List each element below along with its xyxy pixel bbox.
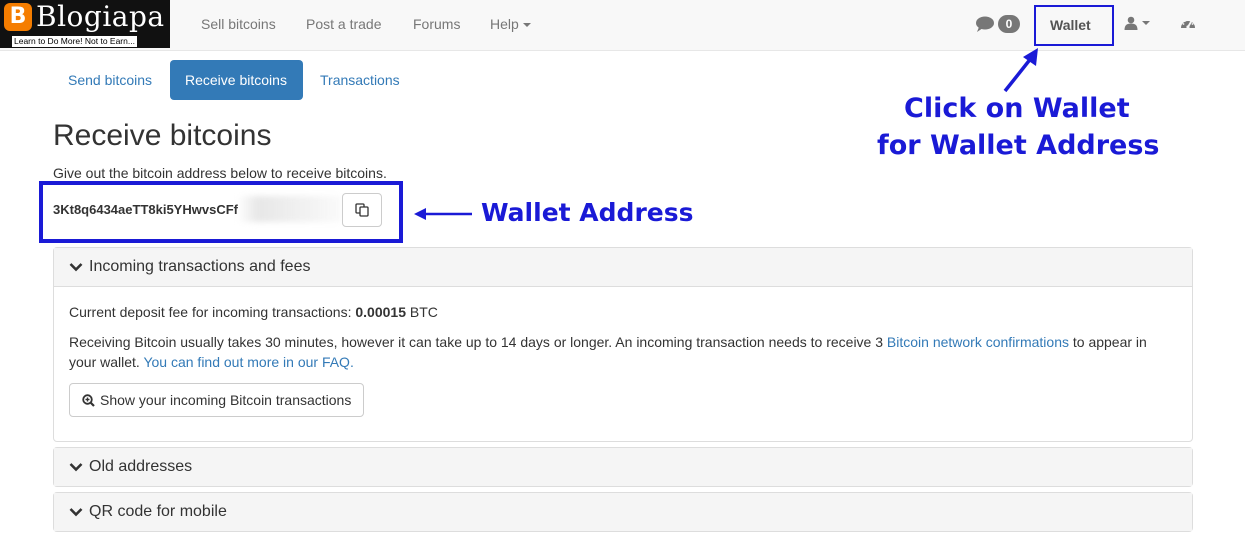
faq-link[interactable]: You can find out more in our FAQ. <box>143 354 353 370</box>
qr-code-panel: QR code for mobile <box>53 492 1193 532</box>
dashboard-button[interactable] <box>1180 16 1196 33</box>
nav-post-a-trade[interactable]: Post a trade <box>306 16 382 32</box>
tab-send-bitcoins[interactable]: Send bitcoins <box>53 60 167 100</box>
nav-wallet[interactable]: Wallet <box>1050 17 1091 33</box>
qr-code-header[interactable]: QR code for mobile <box>54 493 1192 531</box>
user-menu-dropdown[interactable] <box>1124 16 1150 30</box>
messages-count-badge: 0 <box>998 15 1020 33</box>
show-incoming-label: Show your incoming Bitcoin transactions <box>100 392 352 408</box>
incoming-panel-header[interactable]: Incoming transactions and fees <box>54 248 1192 286</box>
deposit-fee-value: 0.00015 <box>355 304 406 320</box>
deposit-fee-unit: BTC <box>405 304 438 320</box>
annotation-arrow-left-icon <box>414 208 472 220</box>
chevron-down-icon <box>69 508 83 517</box>
deposit-fee-label: Current deposit fee for incoming transac… <box>69 304 356 320</box>
annotation-click-wallet: Click on Wallet <box>904 93 1130 124</box>
info-text-part1: Receiving Bitcoin usually takes 30 minut… <box>69 334 887 350</box>
zoom-in-icon <box>82 393 95 407</box>
incoming-transactions-panel: Incoming transactions and fees Current d… <box>53 247 1193 442</box>
address-blur-mask <box>237 196 342 222</box>
dashboard-icon <box>1181 18 1195 29</box>
chevron-down-icon <box>69 263 83 272</box>
user-icon <box>1124 16 1138 30</box>
caret-down-icon <box>1142 21 1150 25</box>
qr-code-title: QR code for mobile <box>89 503 227 520</box>
site-logo[interactable]: B Blogiapa Learn to Do More! Not to Earn… <box>0 0 170 48</box>
old-addresses-header[interactable]: Old addresses <box>54 448 1192 486</box>
nav-help-dropdown[interactable]: Help <box>490 16 531 32</box>
logo-name: Blogiapa <box>36 0 165 33</box>
copy-address-button[interactable] <box>342 193 382 227</box>
bitcoin-address[interactable]: 3Kt8q6434aeTT8ki5YHwvsCFf <box>53 202 238 217</box>
show-incoming-transactions-button[interactable]: Show your incoming Bitcoin transactions <box>69 383 365 417</box>
nav-forums[interactable]: Forums <box>413 16 460 32</box>
annotation-arrow-up-icon <box>1003 48 1038 93</box>
logo-tagline: Learn to Do More! Not to Earn... <box>12 36 137 47</box>
caret-down-icon <box>522 23 531 28</box>
incoming-info-text: Receiving Bitcoin usually takes 30 minut… <box>69 332 1177 372</box>
intro-text: Give out the bitcoin address below to re… <box>53 165 387 181</box>
old-addresses-title: Old addresses <box>89 458 193 475</box>
chevron-down-icon <box>69 463 83 472</box>
chat-bubble-icon <box>976 16 994 32</box>
copy-icon <box>355 203 369 217</box>
blogger-logo-icon: B <box>4 3 32 31</box>
tab-transactions[interactable]: Transactions <box>305 60 415 100</box>
confirmations-link[interactable]: Bitcoin network confirmations <box>887 334 1069 350</box>
messages-button[interactable]: 0 <box>975 15 1020 33</box>
incoming-panel-body: Current deposit fee for incoming transac… <box>54 286 1192 432</box>
tab-receive-bitcoins[interactable]: Receive bitcoins <box>170 60 303 100</box>
incoming-panel-title: Incoming transactions and fees <box>89 258 311 275</box>
deposit-fee-line: Current deposit fee for incoming transac… <box>69 302 1177 322</box>
page-title: Receive bitcoins <box>53 119 272 152</box>
navbar: B Blogiapa Learn to Do More! Not to Earn… <box>0 0 1245 51</box>
nav-help-label: Help <box>490 16 519 32</box>
old-addresses-panel: Old addresses <box>53 447 1193 487</box>
annotation-wallet-address: Wallet Address <box>481 198 694 227</box>
annotation-for-wallet-address: for Wallet Address <box>877 130 1160 161</box>
nav-sell-bitcoins[interactable]: Sell bitcoins <box>201 16 276 32</box>
